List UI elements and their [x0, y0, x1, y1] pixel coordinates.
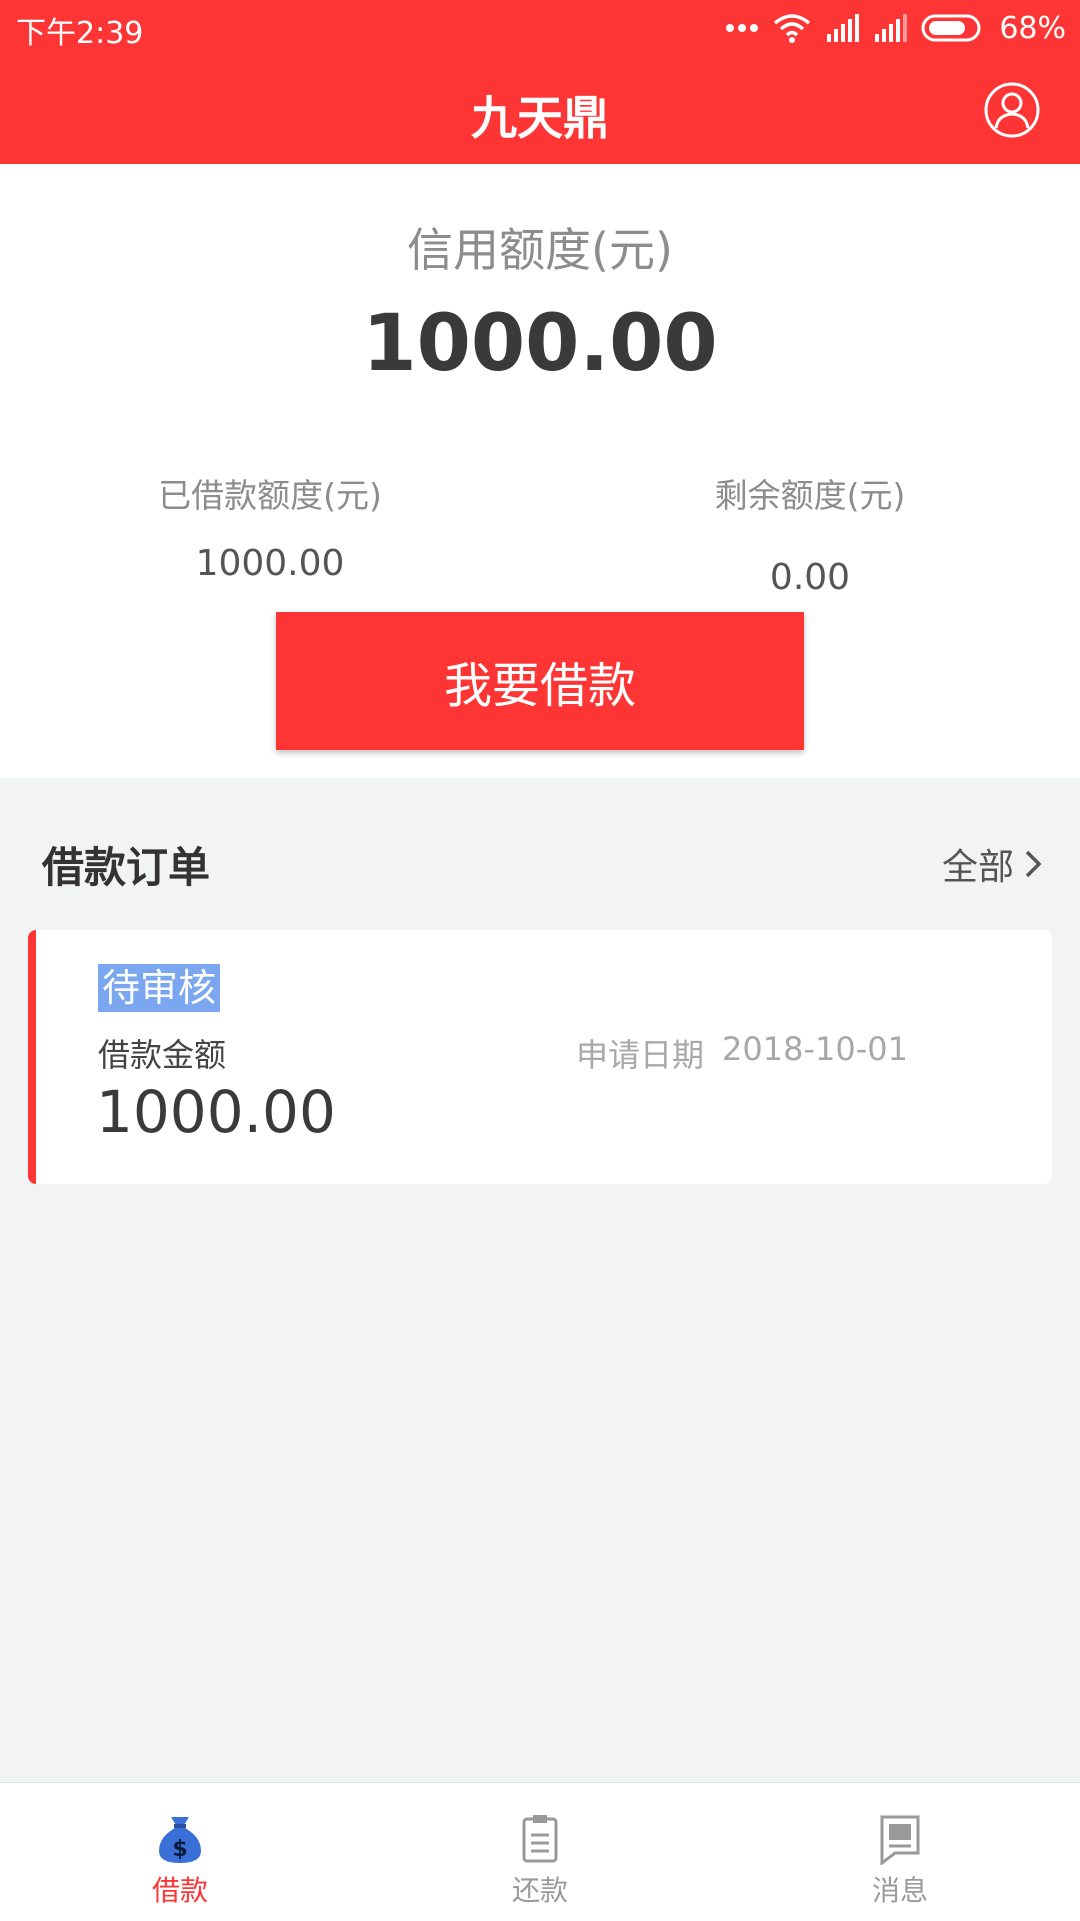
tab-borrow-label: 借款: [151, 1874, 208, 1907]
order-amount: 1000.00: [96, 1078, 336, 1146]
order-date-block: 申请日期 2018-10-01: [576, 1030, 908, 1076]
order-card-accent: [28, 930, 36, 1184]
tab-messages-label: 消息: [871, 1874, 928, 1907]
order-amount-label: 借款金额: [98, 1036, 227, 1074]
remaining-amount-label: 剩余额度(元): [714, 476, 906, 515]
remaining-amount-value: 0.00: [769, 557, 851, 598]
credit-limit-value: 1000.00: [362, 299, 718, 389]
order-date-value: 2018-10-01: [722, 1030, 908, 1068]
signal-icon-2: [875, 14, 908, 42]
clipboard-icon: [522, 1815, 558, 1863]
order-date-label: 申请日期: [576, 1036, 705, 1074]
order-status: 待审核: [98, 964, 221, 1012]
chevron-right-icon: [1025, 850, 1042, 878]
tab-repay[interactable]: 还款: [360, 1783, 720, 1921]
credit-limit-label: 信用额度(元): [407, 223, 673, 277]
tab-messages[interactable]: 消息: [720, 1783, 1080, 1921]
top-bar: 下午2:39 68% 九天鼎: [0, 0, 1080, 164]
borrowed-amount-value: 1000.00: [195, 543, 345, 584]
svg-text:$: $: [172, 1837, 187, 1862]
order-card[interactable]: 待审核 借款金额 1000.00 申请日期 2018-10-01: [28, 930, 1052, 1184]
message-icon: [880, 1815, 920, 1865]
more-dots-icon: [726, 24, 759, 32]
tab-borrow[interactable]: $ 借款: [0, 1783, 360, 1921]
orders-section-title: 借款订单: [42, 843, 211, 892]
wifi-icon: [774, 14, 811, 43]
signal-icon: [827, 14, 860, 42]
battery-icon: [921, 14, 981, 42]
page-title: 九天鼎: [471, 91, 609, 145]
status-icons: 68%: [725, 8, 1066, 48]
credit-section: 信用额度(元) 1000.00 已借款额度(元) 1000.00 剩余额度(元)…: [0, 164, 1080, 778]
view-all-orders-link[interactable]: 全部: [942, 838, 1042, 890]
view-all-label: 全部: [941, 847, 1014, 888]
tab-repay-label: 还款: [511, 1874, 568, 1907]
bottom-tab-bar: $ 借款 还款 消息: [0, 1782, 1080, 1921]
money-bag-icon: $: [159, 1817, 201, 1863]
borrowed-amount-label: 已借款额度(元): [158, 476, 382, 515]
profile-icon[interactable]: [984, 82, 1040, 138]
status-time: 下午2:39: [16, 16, 144, 51]
battery-percent: 68%: [999, 10, 1066, 46]
remaining-amount-block: 剩余额度(元) 0.00: [610, 469, 1010, 598]
borrowed-amount-block: 已借款额度(元) 1000.00: [70, 469, 470, 584]
borrow-button[interactable]: 我要借款: [276, 612, 804, 750]
